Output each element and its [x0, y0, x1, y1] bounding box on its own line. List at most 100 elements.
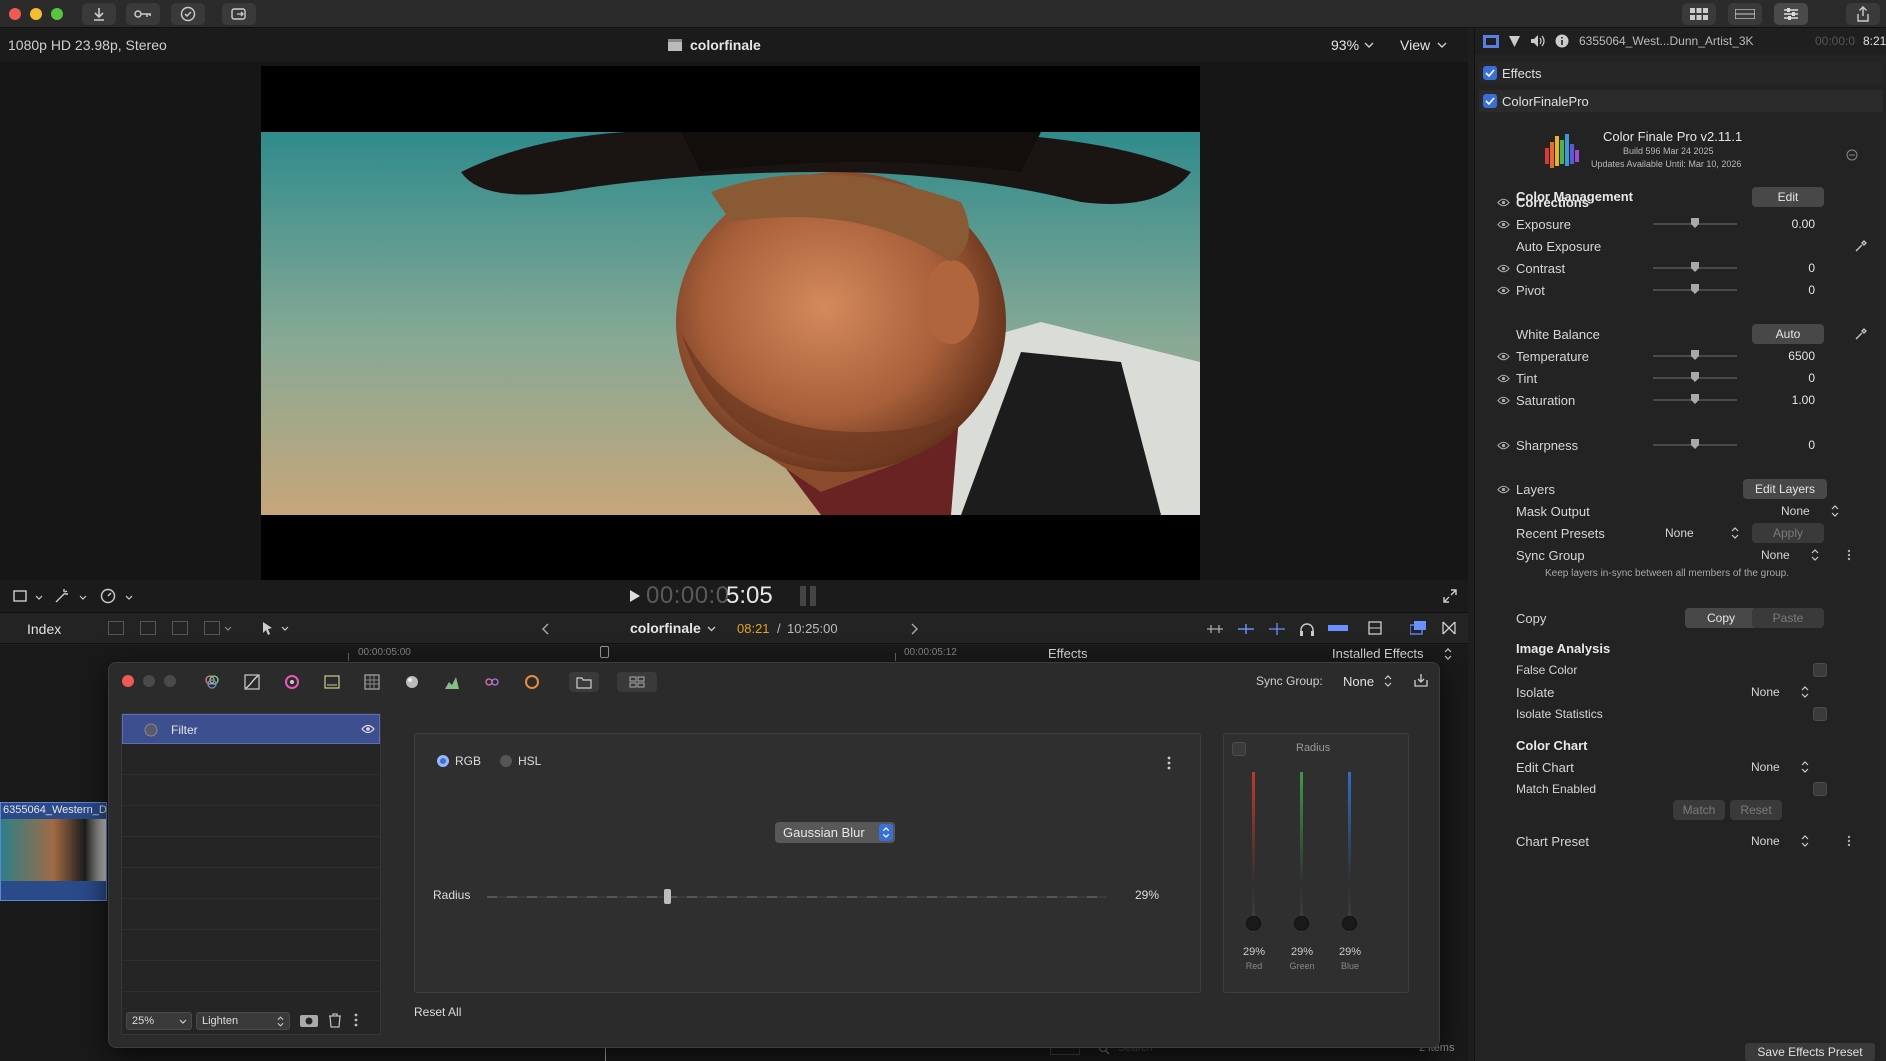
timeline-ruler[interactable]: 00:00:05:00 00:00:05:12 Effects Installe…	[0, 645, 1468, 661]
tool-levels[interactable]	[317, 672, 347, 692]
trash-icon[interactable]	[328, 1013, 342, 1028]
tool-presets[interactable]	[569, 672, 599, 692]
append-clip-icon[interactable]	[108, 621, 124, 635]
visibility-eye-icon[interactable]	[1497, 284, 1510, 297]
channel-value[interactable]: 29%	[1337, 946, 1363, 958]
close-filter-window-button[interactable]	[122, 675, 134, 687]
back-arrow-icon[interactable]	[542, 623, 550, 635]
snapping-icon[interactable]	[1268, 622, 1286, 636]
channel-knob-blue[interactable]	[1342, 915, 1357, 931]
isolate-select[interactable]: None	[1751, 685, 1780, 699]
white-balance-auto-button[interactable]: Auto	[1752, 324, 1824, 344]
tool-histogram[interactable]	[437, 672, 467, 692]
contrast-value[interactable]: 0	[1745, 261, 1815, 275]
false-color-checkbox[interactable]	[1813, 663, 1827, 677]
channel-knob-red[interactable]	[1246, 915, 1261, 931]
effects-group-header[interactable]: Effects	[1479, 62, 1883, 84]
clip-appearance-icon[interactable]	[1368, 621, 1382, 635]
tool-sharpen[interactable]	[397, 672, 427, 692]
radius-slider-knob[interactable]	[663, 889, 671, 904]
zoom-filter-window-button[interactable]	[164, 675, 176, 687]
match-button[interactable]: Match	[1673, 800, 1725, 820]
saturation-value[interactable]: 1.00	[1745, 393, 1815, 407]
copy-button[interactable]: Copy	[1685, 608, 1757, 628]
filter-type-select[interactable]: Gaussian Blur	[775, 822, 895, 843]
viewer[interactable]	[0, 62, 1468, 583]
fullscreen-icon[interactable]	[1442, 588, 1458, 604]
layer-opacity-field[interactable]: 25%	[126, 1012, 192, 1030]
visibility-eye-icon[interactable]	[1497, 218, 1510, 231]
export-layer-icon[interactable]	[1414, 673, 1428, 687]
connect-clip-icon[interactable]	[204, 621, 220, 635]
exposure-value[interactable]: 0.00	[1745, 217, 1815, 231]
exposure-slider-knob[interactable]	[1691, 218, 1699, 228]
edit-chart-select[interactable]: None	[1751, 760, 1780, 774]
tool-layout[interactable]	[617, 672, 657, 692]
info-icon[interactable]	[1555, 34, 1569, 48]
sharpness-value[interactable]: 0	[1745, 438, 1815, 452]
more-vertical-icon[interactable]	[1167, 756, 1171, 770]
solo-icon[interactable]	[1328, 622, 1348, 634]
effects-browser-icon[interactable]	[1410, 621, 1426, 635]
channel-value[interactable]: 29%	[1289, 946, 1315, 958]
forward-arrow-icon[interactable]	[910, 623, 918, 635]
import-button[interactable]	[82, 3, 116, 25]
tool-color-wheels[interactable]	[197, 672, 227, 692]
more-vertical-icon[interactable]	[1847, 549, 1851, 561]
enhance-button[interactable]	[54, 588, 70, 604]
tool-lut[interactable]	[357, 672, 387, 692]
insert-clip-icon[interactable]	[140, 621, 156, 635]
channel-slider-red[interactable]	[1252, 772, 1255, 932]
timeline-project-name[interactable]: colorfinale	[630, 620, 701, 636]
edit-layers-button[interactable]: Edit Layers	[1743, 479, 1827, 499]
transitions-icon[interactable]	[1442, 621, 1456, 635]
effects-enabled-checkbox[interactable]	[1483, 66, 1497, 80]
audio-skimming-icon[interactable]	[1206, 622, 1224, 636]
arrow-tool-icon[interactable]	[262, 621, 274, 635]
temperature-value[interactable]: 6500	[1745, 349, 1815, 363]
radius-slider[interactable]	[487, 889, 1107, 904]
save-effects-preset-button[interactable]: Save Effects Preset	[1745, 1043, 1875, 1061]
visibility-eye-icon[interactable]	[1497, 483, 1510, 496]
chart-preset-select[interactable]: None	[1751, 834, 1780, 848]
play-icon[interactable]	[630, 590, 640, 602]
apply-preset-button[interactable]: Apply	[1752, 523, 1824, 543]
tool-curves[interactable]	[237, 672, 267, 692]
eyedropper-icon[interactable]	[1855, 240, 1867, 252]
visibility-eye-icon[interactable]	[1497, 262, 1510, 275]
channel-slider-green[interactable]	[1300, 772, 1303, 932]
visibility-eye-icon[interactable]	[1497, 372, 1510, 385]
rgb-radio[interactable]	[437, 755, 449, 767]
pivot-slider-knob[interactable]	[1691, 284, 1699, 294]
background-tasks-button[interactable]	[171, 3, 205, 25]
match-enabled-checkbox[interactable]	[1813, 782, 1827, 796]
color-inspector-icon[interactable]	[1508, 35, 1521, 48]
blend-mode-select[interactable]: Lighten	[196, 1012, 290, 1030]
layer-row-filter[interactable]: Filter	[122, 714, 380, 744]
close-window-button[interactable]	[9, 8, 21, 20]
recent-presets-select[interactable]: None	[1665, 526, 1694, 540]
channel-knob-green[interactable]	[1294, 915, 1309, 931]
index-button[interactable]: Index	[27, 621, 61, 637]
temperature-slider-knob[interactable]	[1691, 350, 1699, 360]
eyedropper-icon[interactable]	[1855, 328, 1867, 340]
minus-circle-icon[interactable]	[1846, 149, 1858, 161]
playhead-marker[interactable]	[600, 646, 609, 658]
visibility-eye-icon[interactable]	[1497, 439, 1510, 452]
sharpness-slider-knob[interactable]	[1691, 439, 1699, 449]
browser-toggle-button[interactable]	[1682, 3, 1716, 25]
timeline-clip[interactable]: 6355064_Western_D	[0, 802, 107, 901]
export-button[interactable]	[1846, 3, 1880, 25]
contrast-slider-knob[interactable]	[1691, 262, 1699, 272]
overwrite-clip-icon[interactable]	[172, 621, 188, 635]
skimming-icon[interactable]	[1237, 622, 1255, 636]
tool-hsl[interactable]	[477, 672, 507, 692]
zoom-menu[interactable]: 93%	[1331, 37, 1359, 53]
isolate-statistics-checkbox[interactable]	[1813, 707, 1827, 721]
keywords-button[interactable]	[126, 3, 160, 25]
video-inspector-icon[interactable]	[1483, 35, 1499, 48]
sync-group-select[interactable]: None	[1343, 674, 1374, 689]
mask-output-select[interactable]: None	[1781, 504, 1810, 518]
installed-effects-menu[interactable]: Installed Effects	[1332, 646, 1424, 661]
transform-tool-button[interactable]	[12, 588, 28, 604]
